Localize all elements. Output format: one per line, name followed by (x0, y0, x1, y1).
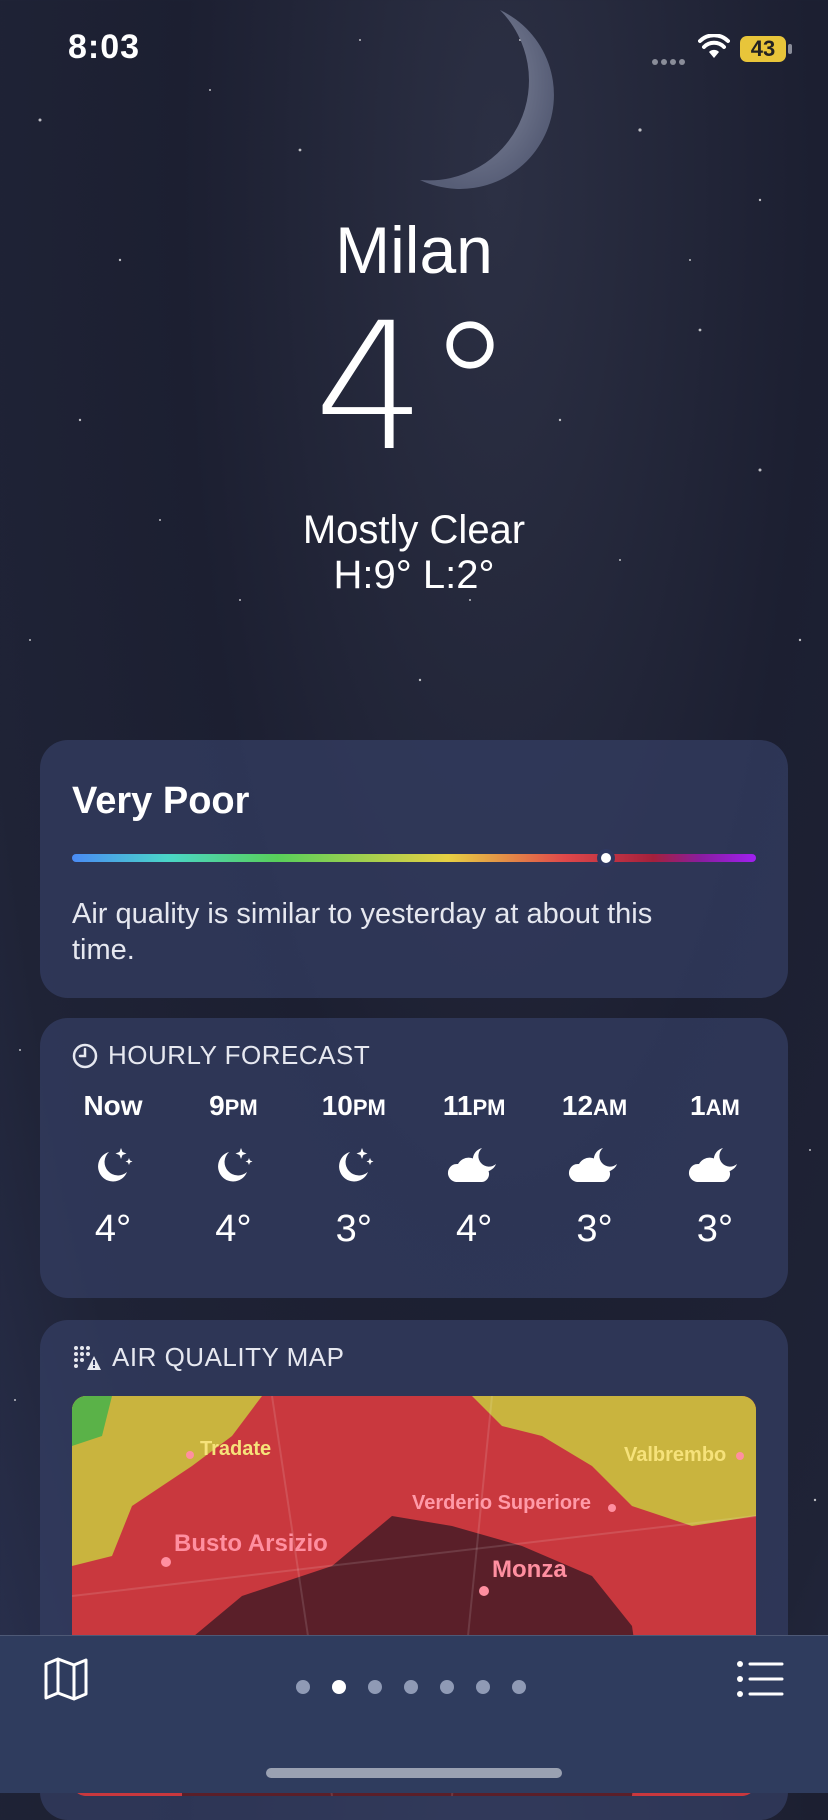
hour-label: Now (83, 1090, 143, 1121)
page-dot[interactable] (296, 1680, 310, 1694)
hour-temperature: 3° (576, 1208, 613, 1250)
hour-temperature: 4° (94, 1208, 132, 1250)
hour-label: 9PM (209, 1090, 258, 1121)
cloud-moon-icon (540, 1130, 650, 1202)
high-low-temperature: H:9° L:2° (333, 553, 495, 597)
hour-temperature: 4° (215, 1208, 252, 1250)
air-quality-map-header: AIR QUALITY MAP (72, 1342, 344, 1373)
cloud-moon-icon (660, 1130, 770, 1202)
hourly-item: 10PM 3° (299, 1090, 409, 1251)
current-weather: Milan 4° Mostly Clear H:9° L:2° (0, 210, 828, 598)
hourly-item: 1AM 3° (660, 1090, 770, 1251)
hour-label: 1AM (690, 1090, 740, 1121)
hourly-item: 11PM 4° (419, 1090, 529, 1251)
map-label-valbrembo: Valbrembo (624, 1444, 727, 1466)
hourly-item: Now 4° (58, 1090, 168, 1251)
home-indicator (266, 1768, 562, 1778)
air-quality-card[interactable]: Very Poor Air quality is similar to yest… (40, 740, 788, 998)
air-quality-map-icon (74, 1345, 101, 1370)
air-quality-level-marker (596, 849, 615, 867)
page-dot[interactable] (512, 1680, 526, 1694)
hour-temperature: 3° (696, 1208, 734, 1250)
cloud-moon-icon (419, 1130, 529, 1202)
hour-label: 12AM (561, 1090, 628, 1121)
moon-stars-icon (299, 1130, 409, 1202)
hourly-item: 9PM 4° (178, 1090, 288, 1251)
hour-temperature: 3° (335, 1208, 372, 1250)
air-quality-map-title: AIR QUALITY MAP (112, 1342, 345, 1372)
hourly-item: 12AM 3° (540, 1090, 650, 1251)
current-temperature: 4° (314, 285, 514, 490)
page-indicator[interactable] (296, 1680, 526, 1694)
weather-condition: Mostly Clear (302, 508, 526, 552)
map-label-busto-arsizio: Busto Arsizio (174, 1530, 328, 1557)
hour-temperature: 4° (456, 1208, 493, 1250)
air-quality-description: Air quality is similar to yesterday at a… (72, 898, 653, 966)
hour-label: 10PM (321, 1090, 386, 1121)
page-dot[interactable] (368, 1680, 382, 1694)
map-label-verderio-superiore: Verderio Superiore (412, 1492, 591, 1514)
hourly-forecast-card[interactable]: HOURLY FORECAST Now 4° 9PM 4° 10PM 3° 11PM 4° 12… (40, 1018, 788, 1298)
list-icon[interactable] (736, 1660, 784, 1698)
status-bar: 8:03 43 (0, 0, 828, 100)
page-dot[interactable] (404, 1680, 418, 1694)
city-name: Milan (335, 213, 493, 287)
page-dot[interactable] (332, 1680, 346, 1694)
map-label-monza: Monza (492, 1556, 567, 1583)
page-dot[interactable] (440, 1680, 454, 1694)
cellular-signal-icon (652, 52, 688, 70)
wifi-icon (698, 34, 730, 58)
moon-stars-icon (58, 1130, 168, 1202)
battery-indicator: 43 (740, 36, 792, 62)
hourly-forecast-header: HOURLY FORECAST (72, 1040, 370, 1071)
clock-icon (72, 1043, 98, 1068)
hour-label: 11PM (442, 1090, 506, 1121)
map-label-tradate: Tradate (200, 1438, 272, 1460)
air-quality-category: Very Poor (72, 780, 250, 822)
page-dot[interactable] (476, 1680, 490, 1694)
air-quality-scale-bar (72, 849, 756, 867)
hourly-forecast-title: HOURLY FORECAST (108, 1040, 371, 1070)
hourly-list: Now 4° 9PM 4° 10PM 3° 11PM 4° 12AM 3° 1AM 3° (58, 1090, 770, 1251)
status-time: 8:03 (68, 28, 141, 66)
moon-stars-icon (178, 1130, 288, 1202)
map-icon[interactable] (42, 1656, 90, 1702)
